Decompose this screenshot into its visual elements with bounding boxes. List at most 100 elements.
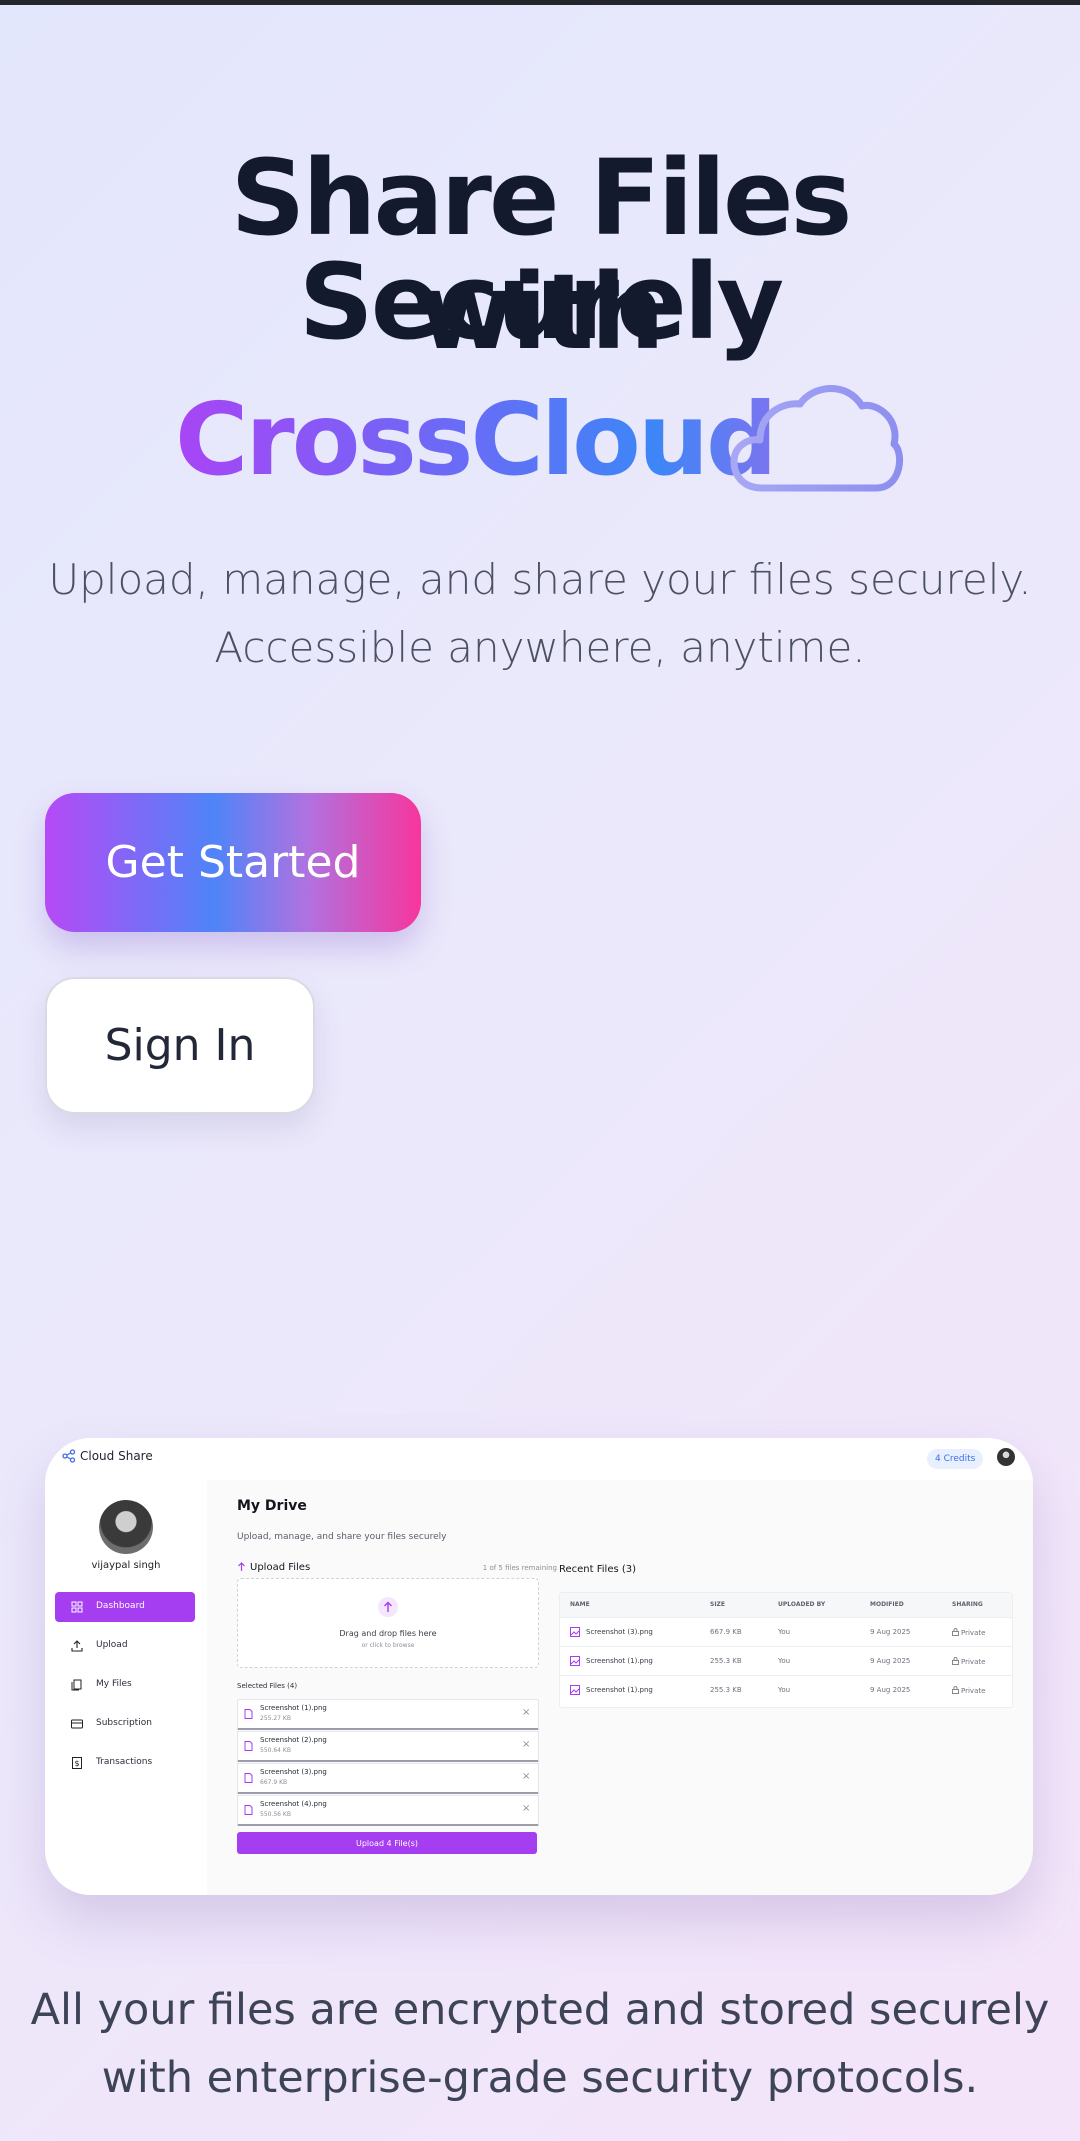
column-header: SHARING [952,1601,983,1608]
file-size: 255.3 KB [710,1657,742,1665]
uploaded-by: You [778,1686,791,1694]
file-icon [244,1709,253,1719]
sidebar-item-label: Dashboard [96,1601,145,1611]
share-icon [62,1449,76,1463]
lock-icon [952,1628,959,1636]
preview-avatar-small[interactable] [997,1448,1015,1466]
credits-text: 4 Credits [935,1454,976,1464]
preview-topbar: Cloud Share 4 Credits [45,1438,1033,1480]
uploaded-by: You [778,1628,791,1636]
column-header: MODIFIED [870,1601,904,1608]
footer-line2: with enterprise-grade security protocols… [101,2053,979,2103]
selected-file-item: Screenshot (2).png 550.64 KB × [237,1731,539,1762]
selected-file-name: Screenshot (1).png [260,1704,327,1712]
sharing-label: Private [961,1687,986,1695]
credits-badge[interactable]: 4 Credits [927,1449,984,1469]
modified-date: 9 Aug 2025 [870,1657,911,1665]
selected-files-heading: Selected Files (4) [237,1682,298,1690]
preview-logo: Cloud Share [62,1449,153,1463]
sharing-label: Private [961,1658,986,1666]
upload-heading: Upload Files [237,1562,310,1573]
subtitle-line2: Accessible anywhere, anytime. [214,623,866,672]
selected-file-item: Screenshot (1).png 255.27 KB × [237,1699,539,1730]
recent-files-heading: Recent Files (3) [559,1564,637,1575]
uploaded-by: You [778,1657,791,1665]
modified-date: 9 Aug 2025 [870,1628,911,1636]
column-header: UPLOADED BY [778,1601,826,1608]
upload-remaining: 1 of 5 files remaining [482,1564,557,1572]
file-size: 255.3 KB [710,1686,742,1694]
sidebar-item-dashboard[interactable]: Dashboard [55,1592,195,1622]
selected-file-size: 550.64 KB [260,1747,291,1754]
column-header: SIZE [710,1601,726,1608]
preview-sidebar: vijaypal singh Dashboard Upload My Files… [45,1480,208,1895]
hero-subtitle: Upload, manage, and share your files sec… [0,546,1080,682]
brand-row: CrossCloud [0,380,1080,500]
files-icon [71,1679,82,1691]
table-header: NAME SIZE UPLOADED BY MODIFIED SHARING [560,1593,1012,1617]
preview-user-avatar [99,1500,153,1554]
table-row[interactable]: Screenshot (3).png 667.9 KB You 9 Aug 20… [560,1617,1012,1647]
preview-main: My Drive Upload, manage, and share your … [207,1480,1033,1895]
card-icon [71,1719,83,1729]
cloud-icon [730,385,904,492]
selected-file-size: 667.9 KB [260,1779,288,1786]
remove-file-icon[interactable]: × [522,1707,530,1718]
dropzone-text: Drag and drop files here [339,1629,437,1638]
brand-name: CrossCloud [175,381,778,498]
sidebar-item-my-files[interactable]: My Files [55,1670,195,1700]
sharing-status: Private [952,1657,985,1666]
image-file-icon [570,1656,580,1666]
file-name: Screenshot (1).png [586,1657,653,1665]
upload-icon [238,1562,245,1571]
selected-file-name: Screenshot (2).png [260,1736,327,1744]
upload-icon [71,1640,83,1652]
dashboard-icon [71,1601,83,1613]
sharing-status: Private [952,1686,985,1695]
upload-arrow-icon [378,1597,398,1617]
sidebar-item-label: Transactions [96,1757,153,1767]
sharing-label: Private [961,1629,986,1637]
selected-file-item: Screenshot (4).png 550.56 KB × [237,1795,539,1826]
top-bar [0,0,1080,5]
preview-username: vijaypal singh [91,1560,161,1571]
table-row[interactable]: Screenshot (1).png 255.3 KB You 9 Aug 20… [560,1675,1012,1705]
dropzone-subtext: or click to browse [361,1642,415,1649]
preview-app-name: Cloud Share [80,1449,153,1463]
image-file-icon [570,1627,580,1637]
sidebar-item-label: Subscription [96,1718,152,1728]
sidebar-item-transactions[interactable]: $ Transactions [55,1748,195,1778]
subtitle-line1: Upload, manage, and share your files sec… [48,555,1032,604]
remove-file-icon[interactable]: × [522,1803,530,1814]
upload-files-button[interactable]: Upload 4 File(s) [237,1832,537,1854]
footer-line1: All your files are encrypted and stored … [30,1985,1050,2035]
app-preview: Cloud Share 4 Credits vijaypal singh Das… [45,1438,1033,1895]
table-row[interactable]: Screenshot (1).png 255.3 KB You 9 Aug 20… [560,1646,1012,1676]
column-header: NAME [570,1601,590,1608]
sidebar-item-upload[interactable]: Upload [55,1631,195,1661]
get-started-button[interactable]: Get Started [45,793,421,932]
upload-dropzone[interactable]: Drag and drop files here or click to bro… [237,1578,539,1668]
upload-heading-text: Upload Files [250,1562,311,1573]
remove-file-icon[interactable]: × [522,1771,530,1782]
lock-icon [952,1686,959,1694]
selected-file-name: Screenshot (3).png [260,1768,327,1776]
preview-page-title: My Drive [237,1498,307,1514]
lock-icon [952,1657,959,1665]
selected-file-name: Screenshot (4).png [260,1800,327,1808]
remove-file-icon[interactable]: × [522,1739,530,1750]
file-name: Screenshot (1).png [586,1686,653,1694]
sharing-status: Private [952,1628,985,1637]
file-size: 667.9 KB [710,1628,742,1636]
recent-files-table: NAME SIZE UPLOADED BY MODIFIED SHARING S… [559,1592,1013,1708]
file-name: Screenshot (3).png [586,1628,653,1636]
svg-text:$: $ [74,1759,79,1768]
image-file-icon [570,1685,580,1695]
hero-title-line2: with [418,251,664,373]
sign-in-button[interactable]: Sign In [45,977,315,1114]
sidebar-item-subscription[interactable]: Subscription [55,1709,195,1739]
selected-file-size: 255.27 KB [260,1715,291,1722]
file-icon [244,1741,253,1751]
file-icon [244,1773,253,1783]
preview-page-subtitle: Upload, manage, and share your files sec… [237,1532,447,1542]
